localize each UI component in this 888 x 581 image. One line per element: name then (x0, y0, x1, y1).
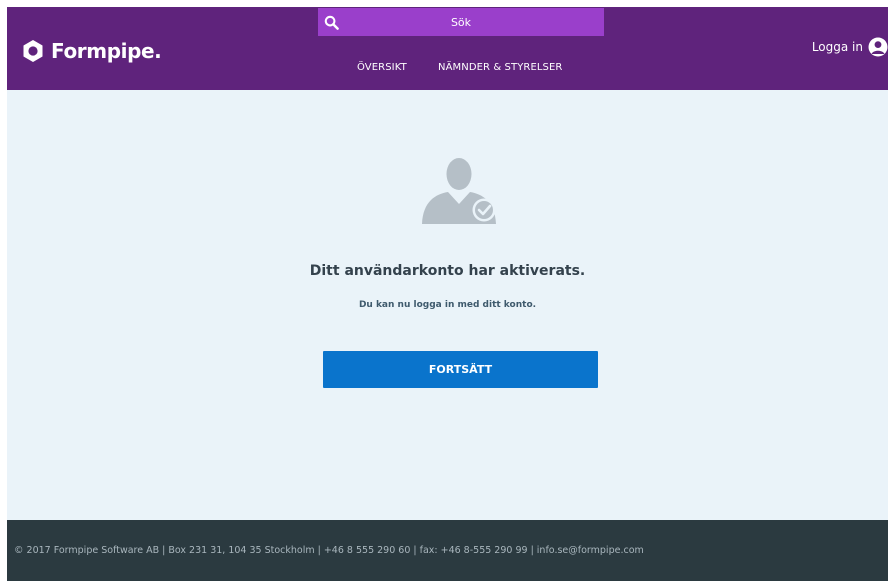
nav-overview[interactable]: ÖVERSIKT (357, 62, 407, 78)
user-circle-icon (868, 37, 888, 57)
page-subtitle: Du kan nu logga in med ditt konto. (358, 300, 537, 310)
continue-button[interactable]: FORTSÄTT (323, 351, 598, 388)
footer-contact-text: © 2017 Formpipe Software AB | Box 231 31… (14, 545, 644, 556)
app-frame: Formpipe. Sök ÖVERSIKT NÄMNDER & STYRELS… (7, 7, 888, 581)
user-verified-icon (422, 158, 496, 224)
main-content: Ditt användarkonto har aktiverats. Du ka… (7, 90, 888, 520)
login-label: Logga in (811, 40, 863, 54)
nav-boards-committees[interactable]: NÄMNDER & STYRELSER (438, 62, 562, 78)
formpipe-logo[interactable]: Formpipe. (21, 37, 162, 65)
footer-bar: © 2017 Formpipe Software AB | Box 231 31… (7, 520, 888, 581)
header-bar: Formpipe. Sök ÖVERSIKT NÄMNDER & STYRELS… (7, 7, 888, 90)
search-icon[interactable] (319, 8, 343, 36)
login-link[interactable]: Logga in (812, 36, 888, 58)
page-title: Ditt användarkonto har aktiverats. (309, 263, 586, 279)
formpipe-logo-icon (23, 40, 43, 62)
search-placeholder: Sök (450, 15, 472, 29)
search-bar[interactable]: Sök (318, 8, 604, 36)
logo-text: Formpipe. (51, 39, 162, 63)
